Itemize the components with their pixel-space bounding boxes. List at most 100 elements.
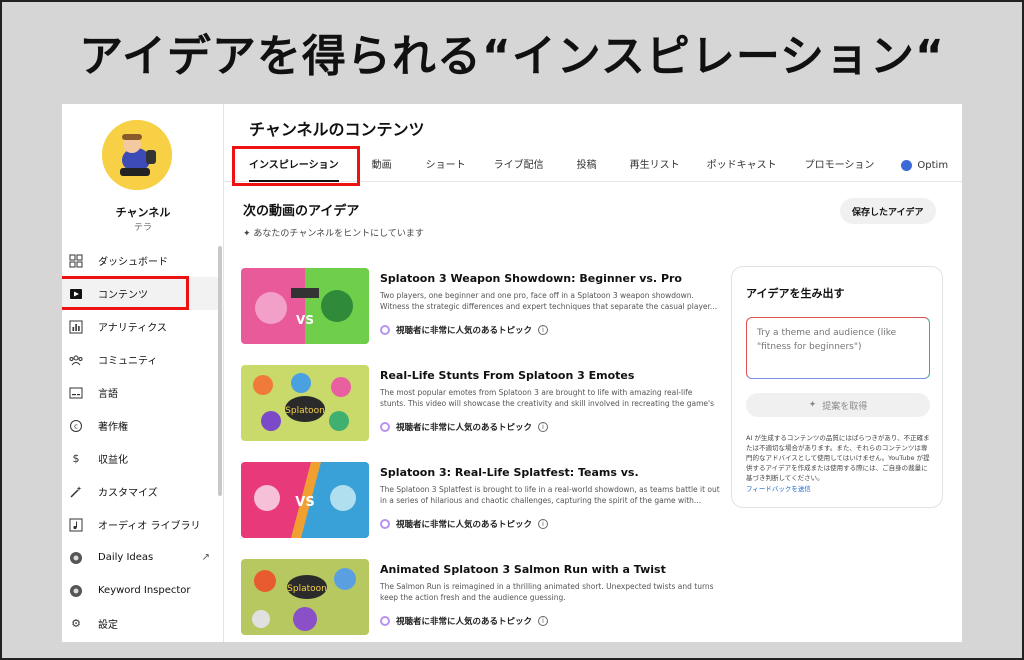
sidebar-item-label: 設定 bbox=[98, 620, 118, 631]
tab-live[interactable]: ライブ配信 bbox=[494, 150, 544, 181]
idea-title[interactable]: Real-Life Stunts From Splatoon 3 Emotes bbox=[380, 369, 634, 382]
sidebar-item-label: 収益化 bbox=[98, 455, 128, 466]
sidebar-item-label: アナリティクス bbox=[98, 323, 167, 334]
sidebar-item-label: オーディオ ライブラリ bbox=[98, 521, 201, 532]
svg-text:VS: VS bbox=[296, 313, 314, 327]
idea-topic-label: 視聴者に非常に人気のあるトピック bbox=[396, 326, 533, 336]
idea-thumbnail[interactable]: VS bbox=[241, 462, 369, 538]
section-title: 次の動画のアイデア bbox=[243, 204, 360, 219]
idea-topic-badge: 視聴者に非常に人気のあるトピック i bbox=[380, 324, 549, 336]
saved-ideas-button[interactable]: 保存したアイデア bbox=[840, 198, 936, 224]
sidebar-item-label: Daily Ideas bbox=[98, 552, 154, 563]
trend-ring-icon bbox=[380, 325, 390, 335]
idea-thumbnail[interactable]: VS bbox=[241, 268, 369, 344]
info-icon[interactable]: i bbox=[538, 325, 549, 335]
idea-topic-label: 視聴者に非常に人気のあるトピック bbox=[396, 520, 533, 530]
idea-topic-badge: 視聴者に非常に人気のあるトピック i bbox=[380, 518, 549, 530]
idea-card[interactable]: VS Splatoon 3: Real-Life Splatfest: Team… bbox=[241, 462, 721, 538]
idea-description: The most popular emotes from Splatoon 3 … bbox=[380, 388, 714, 408]
external-link-icon: ↗ bbox=[201, 552, 210, 563]
idea-card[interactable]: Splatoon Real-Life Stunts From Splatoon … bbox=[241, 365, 721, 441]
studio-screenshot: チャンネル テラ ダッシュボード コンテンツ アナリティクス コミュニティ 言語… bbox=[62, 104, 962, 642]
sidebar-item-copyright[interactable]: c 著作権 bbox=[62, 409, 218, 442]
analytics-icon bbox=[68, 319, 84, 335]
optim-icon bbox=[901, 160, 913, 171]
idea-title[interactable]: Animated Splatoon 3 Salmon Run with a Tw… bbox=[380, 563, 666, 576]
info-icon[interactable]: i bbox=[538, 616, 549, 626]
idea-prompt-input[interactable] bbox=[746, 317, 930, 379]
dollar-icon: $ bbox=[72, 452, 80, 465]
community-icon bbox=[68, 352, 84, 368]
idea-topic-badge: 視聴者に非常に人気のあるトピック i bbox=[380, 615, 549, 627]
idea-card[interactable]: VS Splatoon 3 Weapon Showdown: Beginner … bbox=[241, 268, 721, 344]
idea-title[interactable]: Splatoon 3: Real-Life Splatfest: Teams v… bbox=[380, 466, 639, 479]
tab-podcasts[interactable]: ポッドキャスト bbox=[707, 150, 777, 181]
sidebar-scrollbar[interactable] bbox=[218, 246, 222, 496]
sidebar-item-label: Keyword Inspector bbox=[98, 585, 191, 596]
svg-text:Splatoon: Splatoon bbox=[285, 406, 325, 416]
magic-wand-icon bbox=[68, 484, 84, 500]
sidebar-item-analytics[interactable]: アナリティクス bbox=[62, 310, 218, 343]
idea-topic-badge: 視聴者に非常に人気のあるトピック i bbox=[380, 421, 549, 433]
idea-card[interactable]: Splatoon Animated Splatoon 3 Salmon Run … bbox=[241, 559, 721, 635]
sidebar-item-label: コミュニティ bbox=[98, 356, 158, 367]
idea-topic-label: 視聴者に非常に人気のあるトピック bbox=[396, 423, 533, 433]
sidebar-item-customization[interactable]: カスタマイズ bbox=[62, 475, 218, 508]
tab-videos[interactable]: 動画 bbox=[372, 150, 392, 181]
idea-generator-title: アイデアを生み出す bbox=[746, 287, 845, 300]
gear-icon: ⚙ bbox=[71, 617, 81, 630]
sidebar-item-community[interactable]: コミュニティ bbox=[62, 343, 218, 376]
svg-text:Splatoon: Splatoon bbox=[287, 584, 327, 594]
sidebar-item-earn[interactable]: $ 収益化 bbox=[62, 442, 218, 475]
sidebar-item-settings[interactable]: ⚙ 設定 bbox=[62, 607, 218, 640]
highlight-box-inspiration-tab bbox=[232, 146, 360, 186]
tab-playlists[interactable]: 再生リスト bbox=[630, 150, 680, 181]
sidebar-item-label: 言語 bbox=[98, 389, 118, 400]
extension-icon bbox=[68, 583, 84, 599]
trend-ring-icon bbox=[380, 519, 390, 529]
sidebar-item-dashboard[interactable]: ダッシュボード bbox=[62, 244, 218, 277]
idea-thumbnail[interactable]: Splatoon bbox=[241, 365, 369, 441]
sidebar-item-label: ダッシュボード bbox=[98, 257, 168, 268]
tab-posts[interactable]: 投稿 bbox=[577, 150, 597, 181]
sidebar-item-label: カスタマイズ bbox=[98, 488, 158, 499]
sidebar-item-keyword-inspector[interactable]: Keyword Inspector bbox=[62, 574, 218, 607]
sidebar-item-daily-ideas[interactable]: Daily Ideas ↗ bbox=[62, 541, 218, 574]
copyright-icon: c bbox=[68, 418, 84, 434]
get-suggestions-button[interactable]: ✦ 提案を取得 bbox=[746, 393, 930, 417]
sidebar-item-audio-library[interactable]: オーディオ ライブラリ bbox=[62, 508, 218, 541]
svg-text:c: c bbox=[74, 422, 78, 430]
sparkle-icon: ✦ bbox=[808, 400, 817, 410]
avatar[interactable] bbox=[102, 120, 172, 190]
sidebar-item-label: 著作権 bbox=[98, 422, 128, 433]
idea-topic-label: 視聴者に非常に人気のあるトピック bbox=[396, 617, 533, 627]
idea-thumbnail[interactable]: Splatoon bbox=[241, 559, 369, 635]
idea-description: Two players, one beginner and one pro, f… bbox=[380, 291, 718, 311]
idea-title[interactable]: Splatoon 3 Weapon Showdown: Beginner vs.… bbox=[380, 272, 682, 285]
headline: アイデアを得られる“インスピレーション“ bbox=[79, 31, 945, 82]
audio-library-icon bbox=[68, 517, 84, 533]
dashboard-icon bbox=[68, 253, 84, 269]
idea-description: The Splatoon 3 Splatfest is brought to l… bbox=[380, 485, 720, 505]
idea-description: The Salmon Run is reimagined in a thrill… bbox=[380, 582, 714, 602]
tab-optim-label: Optim bbox=[917, 160, 949, 171]
tab-optim[interactable]: Optim bbox=[901, 150, 948, 181]
tab-shorts[interactable]: ショート bbox=[426, 150, 466, 181]
channel-handle: テラ bbox=[133, 223, 152, 233]
trend-ring-icon bbox=[380, 616, 390, 626]
tab-promotions[interactable]: プロモーション bbox=[805, 150, 875, 181]
sidebar-item-languages[interactable]: 言語 bbox=[62, 376, 218, 409]
highlight-box-content bbox=[62, 276, 189, 310]
info-icon[interactable]: i bbox=[538, 519, 549, 529]
section-subtitle: ✦ あなたのチャンネルをヒントにしています bbox=[243, 226, 424, 239]
svg-text:VS: VS bbox=[295, 495, 314, 510]
extension-icon bbox=[68, 550, 84, 566]
sparkle-icon: ✦ bbox=[243, 229, 254, 239]
feedback-link[interactable]: フィードバックを送信 bbox=[746, 483, 811, 493]
trend-ring-icon bbox=[380, 422, 390, 432]
subtitles-icon bbox=[68, 385, 84, 401]
get-suggestions-label: 提案を取得 bbox=[822, 401, 868, 412]
sidebar: チャンネル テラ ダッシュボード コンテンツ アナリティクス コミュニティ 言語… bbox=[62, 104, 224, 642]
section-subtitle-text: あなたのチャンネルをヒントにしています bbox=[253, 229, 424, 239]
info-icon[interactable]: i bbox=[538, 422, 549, 432]
